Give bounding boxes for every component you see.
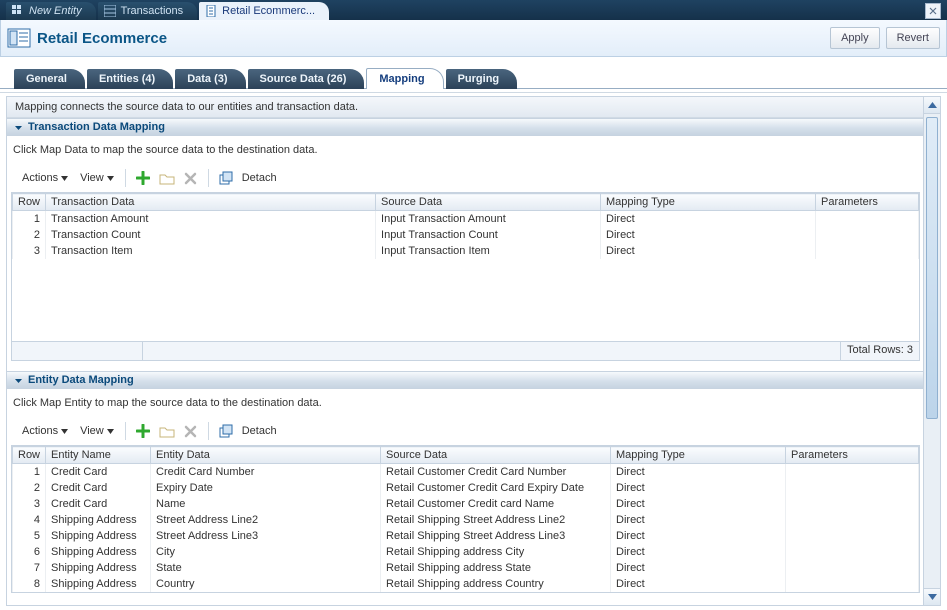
add-icon[interactable] xyxy=(132,421,154,441)
total-rows-label: Total Rows: 3 xyxy=(841,342,919,360)
table-row[interactable]: 3Credit CardNameRetail Customer Credit c… xyxy=(13,496,919,512)
col-entity-name[interactable]: Entity Name xyxy=(46,447,151,464)
tab-source-data-26-[interactable]: Source Data (26) xyxy=(248,69,365,89)
scrollbar-thumb[interactable] xyxy=(926,117,938,419)
grid-transaction-mapping: Row Transaction Data Source Data Mapping… xyxy=(11,192,920,361)
section-entity-mapping-header[interactable]: Entity Data Mapping xyxy=(7,371,924,389)
close-tab-button[interactable] xyxy=(925,3,941,19)
table-row[interactable]: 4Shipping AddressStreet Address Line2Ret… xyxy=(13,512,919,528)
info-strip: Mapping connects the source data to our … xyxy=(7,97,924,118)
section-title: Transaction Data Mapping xyxy=(28,121,165,133)
top-tab-retail-ecommerce[interactable]: Retail Ecommerc... xyxy=(199,2,329,20)
col-row[interactable]: Row xyxy=(13,447,46,464)
tab-general[interactable]: General xyxy=(14,69,85,89)
grid-entity-mapping: Row Entity Name Entity Data Source Data … xyxy=(11,445,920,593)
chevron-down-icon xyxy=(13,122,24,133)
page-header: Retail Ecommerce Apply Revert xyxy=(0,20,947,57)
section-hint: Click Map Entity to map the source data … xyxy=(11,395,920,419)
content-pane: Mapping connects the source data to our … xyxy=(6,96,941,606)
table-icon xyxy=(104,5,116,17)
scroll-down-icon[interactable] xyxy=(924,588,940,605)
chevron-down-icon xyxy=(13,375,24,386)
view-menu[interactable]: View xyxy=(75,170,119,186)
col-row[interactable]: Row xyxy=(13,194,46,211)
table-row[interactable]: 2Transaction CountInput Transaction Coun… xyxy=(13,227,919,243)
open-folder-icon[interactable] xyxy=(156,168,178,188)
section-transaction-mapping-header[interactable]: Transaction Data Mapping xyxy=(7,118,924,136)
table-row[interactable]: 3Transaction ItemInput Transaction ItemD… xyxy=(13,243,919,259)
tab-data-3-[interactable]: Data (3) xyxy=(175,69,245,89)
top-tab-label: Transactions xyxy=(121,5,184,17)
col-parameters[interactable]: Parameters xyxy=(816,194,919,211)
table-row[interactable]: 1Transaction AmountInput Transaction Amo… xyxy=(13,211,919,228)
tab-mapping[interactable]: Mapping xyxy=(366,68,443,89)
grid-icon xyxy=(12,5,24,17)
document-icon xyxy=(205,5,217,17)
detach-icon[interactable] xyxy=(215,421,237,441)
table-row[interactable]: 8Shipping AddressCountryRetail Shipping … xyxy=(13,576,919,592)
actions-menu[interactable]: Actions xyxy=(17,170,73,186)
detach-icon[interactable] xyxy=(215,168,237,188)
table-row[interactable]: 2Credit CardExpiry DateRetail Customer C… xyxy=(13,480,919,496)
top-tab-new-entity[interactable]: New Entity xyxy=(6,2,96,20)
top-tab-transactions[interactable]: Transactions xyxy=(98,2,198,20)
toolbar-entity-mapping: Actions View xyxy=(11,419,920,445)
col-transaction-data[interactable]: Transaction Data xyxy=(46,194,376,211)
apply-button[interactable]: Apply xyxy=(830,27,880,49)
col-mapping-type[interactable]: Mapping Type xyxy=(601,194,816,211)
actions-menu[interactable]: Actions xyxy=(17,423,73,439)
view-menu[interactable]: View xyxy=(75,423,119,439)
table-row[interactable]: 7Shipping AddressStateRetail Shipping ad… xyxy=(13,560,919,576)
table-row[interactable]: 5Shipping AddressStreet Address Line3Ret… xyxy=(13,528,919,544)
tab-entities-4-[interactable]: Entities (4) xyxy=(87,69,173,89)
top-tab-label: New Entity xyxy=(29,5,82,17)
toolbar-transaction-mapping: Actions View xyxy=(11,166,920,192)
delete-icon[interactable] xyxy=(180,421,202,441)
col-entity-data[interactable]: Entity Data xyxy=(151,447,381,464)
top-tab-strip: New Entity Transactions Retail Ecommerc.… xyxy=(0,0,947,20)
col-mapping-type[interactable]: Mapping Type xyxy=(611,447,786,464)
revert-button[interactable]: Revert xyxy=(886,27,940,49)
open-folder-icon[interactable] xyxy=(156,421,178,441)
delete-icon[interactable] xyxy=(180,168,202,188)
table-row[interactable]: 6Shipping AddressCityRetail Shipping add… xyxy=(13,544,919,560)
section-hint: Click Map Data to map the source data to… xyxy=(11,142,920,166)
col-parameters[interactable]: Parameters xyxy=(786,447,919,464)
detach-label[interactable]: Detach xyxy=(242,172,277,184)
col-source-data[interactable]: Source Data xyxy=(376,194,601,211)
tab-purging[interactable]: Purging xyxy=(446,69,518,89)
table-row[interactable]: 1Credit CardCredit Card NumberRetail Cus… xyxy=(13,464,919,481)
detach-label[interactable]: Detach xyxy=(242,425,277,437)
col-source-data[interactable]: Source Data xyxy=(381,447,611,464)
top-tab-label: Retail Ecommerc... xyxy=(222,5,315,17)
page-title: Retail Ecommerce xyxy=(37,30,167,47)
vertical-scrollbar[interactable] xyxy=(923,97,940,605)
scroll-up-icon[interactable] xyxy=(924,97,940,114)
mid-tab-strip: GeneralEntities (4)Data (3)Source Data (… xyxy=(0,67,947,89)
add-icon[interactable] xyxy=(132,168,154,188)
document-icon xyxy=(7,28,31,48)
section-title: Entity Data Mapping xyxy=(28,374,134,386)
